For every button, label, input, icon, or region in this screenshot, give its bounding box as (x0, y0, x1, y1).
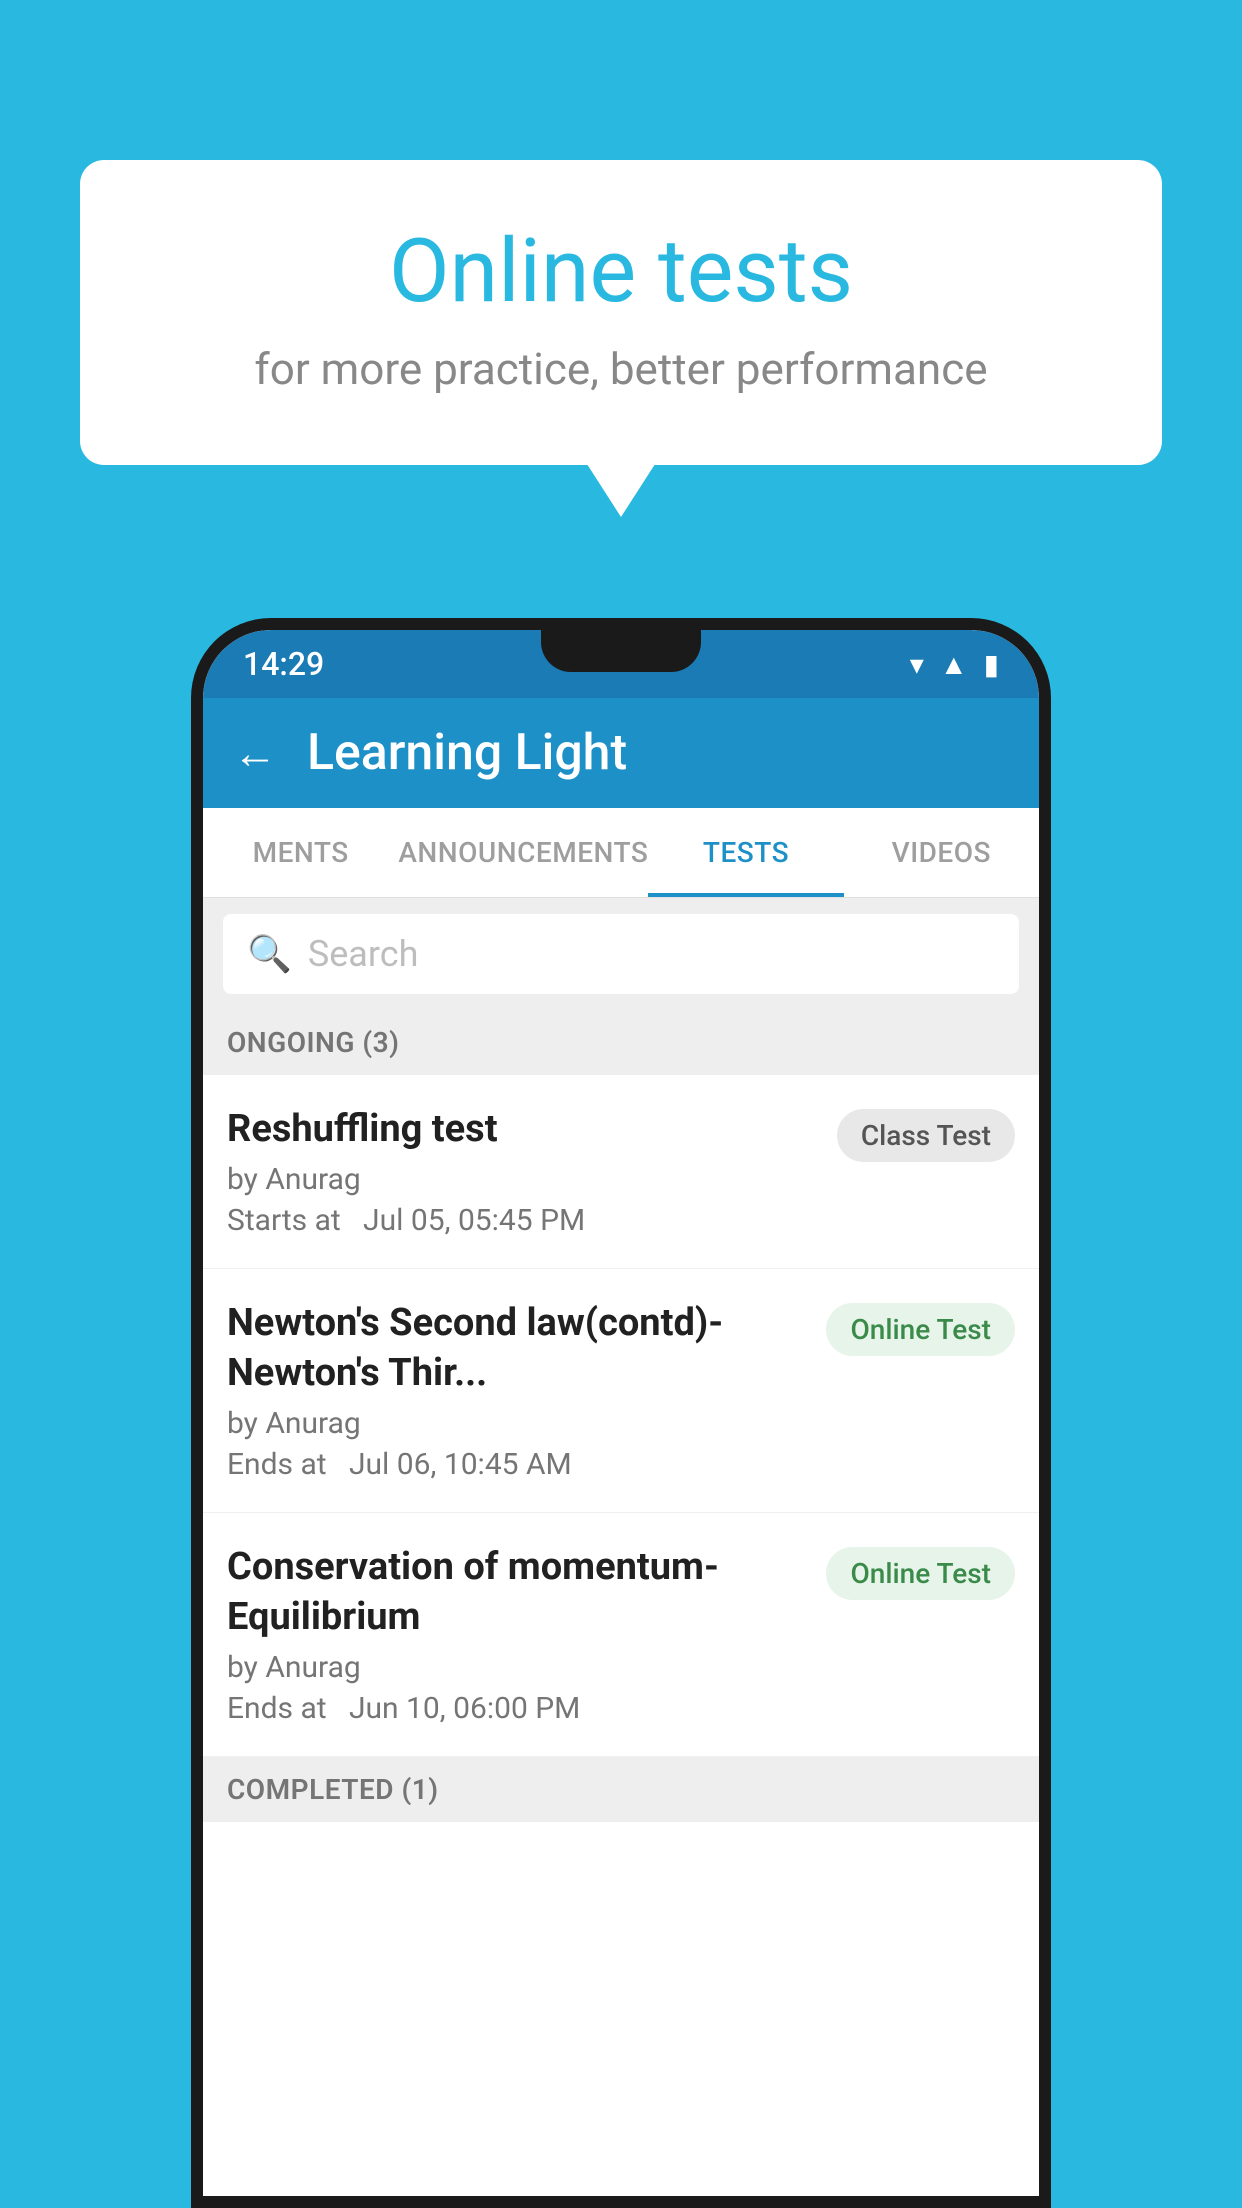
test-author-2: by Anurag (227, 1406, 810, 1441)
test-author-3: by Anurag (227, 1650, 810, 1685)
app-title: Learning Light (307, 724, 627, 782)
tab-ments[interactable]: MENTS (203, 808, 398, 897)
test-time-1: Starts at Jul 05, 05:45 PM (227, 1203, 821, 1238)
wifi-icon: ▾ (910, 648, 924, 681)
search-container: 🔍 Search (203, 898, 1039, 1010)
test-time-3: Ends at Jun 10, 06:00 PM (227, 1691, 810, 1726)
tab-announcements[interactable]: ANNOUNCEMENTS (398, 808, 648, 897)
search-input[interactable]: Search (308, 933, 419, 975)
tab-videos[interactable]: VIDEOS (844, 808, 1039, 897)
test-author-1: by Anurag (227, 1162, 821, 1197)
search-bar[interactable]: 🔍 Search (223, 914, 1019, 994)
tabs-bar: MENTS ANNOUNCEMENTS TESTS VIDEOS (203, 808, 1039, 898)
status-icons: ▾ ▲ ▮ (910, 648, 999, 681)
test-name-2: Newton's Second law(contd)-Newton's Thir… (227, 1299, 810, 1398)
battery-icon: ▮ (984, 648, 999, 681)
tab-tests[interactable]: TESTS (648, 808, 843, 897)
test-name-3: Conservation of momentum-Equilibrium (227, 1543, 810, 1642)
phone-frame: 14:29 ▾ ▲ ▮ ← Learning Light MENTS ANNOU… (191, 618, 1051, 2208)
speech-bubble: Online tests for more practice, better p… (80, 160, 1162, 465)
test-badge-1: Class Test (837, 1109, 1015, 1162)
search-icon: 🔍 (247, 933, 292, 975)
phone-screen: 14:29 ▾ ▲ ▮ ← Learning Light MENTS ANNOU… (203, 630, 1039, 2196)
test-name-1: Reshuffling test (227, 1105, 821, 1154)
back-button[interactable]: ← (233, 727, 277, 779)
notch (541, 630, 701, 672)
test-item-reshuffling[interactable]: Reshuffling test by Anurag Starts at Jul… (203, 1075, 1039, 1269)
status-time: 14:29 (243, 645, 324, 683)
completed-section-header: COMPLETED (1) (203, 1757, 1039, 1822)
app-bar: ← Learning Light (203, 698, 1039, 808)
test-badge-3: Online Test (826, 1547, 1015, 1600)
test-badge-2: Online Test (826, 1303, 1015, 1356)
bubble-title: Online tests (160, 220, 1082, 323)
tests-list: Reshuffling test by Anurag Starts at Jul… (203, 1075, 1039, 2196)
test-info-2: Newton's Second law(contd)-Newton's Thir… (227, 1299, 810, 1482)
test-item-conservation[interactable]: Conservation of momentum-Equilibrium by … (203, 1513, 1039, 1757)
test-item-newton[interactable]: Newton's Second law(contd)-Newton's Thir… (203, 1269, 1039, 1513)
test-info-1: Reshuffling test by Anurag Starts at Jul… (227, 1105, 821, 1238)
test-time-2: Ends at Jul 06, 10:45 AM (227, 1447, 810, 1482)
ongoing-section-header: ONGOING (3) (203, 1010, 1039, 1075)
signal-icon: ▲ (940, 648, 968, 681)
bubble-subtitle: for more practice, better performance (160, 343, 1082, 395)
test-info-3: Conservation of momentum-Equilibrium by … (227, 1543, 810, 1726)
status-bar: 14:29 ▾ ▲ ▮ (203, 630, 1039, 698)
